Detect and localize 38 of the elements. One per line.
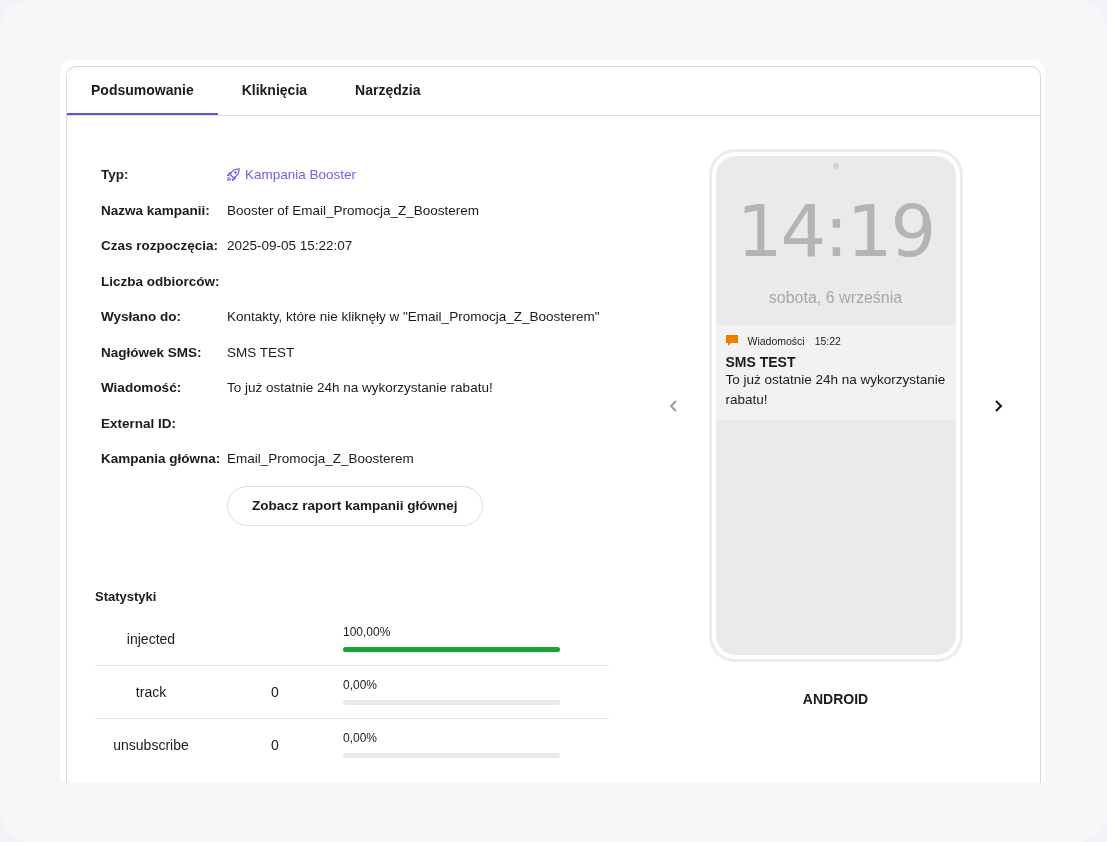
stat-name: injected [126,630,176,647]
field-label: Wiadomość: [101,379,183,397]
stat-percent: 0,00% [343,678,378,692]
report-button[interactable]: Zobacz raport kampanii głównej [227,485,483,526]
field-label: Kampania główna: [101,450,222,468]
field-value: 2025-09-05 15:22:07 [227,237,353,255]
stat-name: track [135,683,167,700]
notification-time: 15:22 [814,335,841,347]
tab[interactable]: Kliknięcia [217,67,332,115]
field-value: SMS TEST [227,343,295,362]
stat-count: 0 [271,736,279,753]
notification-title: SMS TEST [725,354,797,370]
field-label: Nagłówek SMS: [101,343,203,362]
field-label: Wysłano do: [101,308,182,326]
lock-screen-date: sobota, 6 września [768,289,903,307]
field-value: To już ostatnie 24h na wykorzystanie rabatu! [227,379,493,397]
field-label: Liczba odbiorców: [101,272,221,291]
tab[interactable]: Podsumowanie [67,67,218,115]
field-label: Nazwa kampanii: [101,201,211,220]
field-value: Email_Promocja_Z_Boosterem [227,450,414,468]
field-value: Kontakty, które nie kliknęły w "Email_Promocja_Z_Boosterem" [227,308,600,326]
field-label: Typ: [101,166,130,184]
chat-bubble-icon [725,335,738,347]
section-title: Statystyki [95,588,157,604]
stat-percent: 100,00% [343,625,391,639]
notification-body: To już ostatnie 24h na wykorzystanie rabatu! [725,371,946,409]
notification-app: Wiadomości [747,335,805,347]
field-value: Booster of Email_Promocja_Z_Boosterem [227,201,480,220]
stat-count: 0 [271,683,279,700]
stat-percent: 0,00% [343,731,378,745]
platform-label: ANDROID [802,691,869,707]
camera-dot [832,163,839,169]
field-label: External ID: [101,414,178,433]
rocket-icon [227,168,240,182]
field-label: Czas rozpoczęcia: [101,237,220,255]
stat-name: unsubscribe [113,736,189,753]
tab[interactable]: Narzędzia [331,67,445,115]
campaign-type-link[interactable]: Kampania Booster [245,157,357,193]
